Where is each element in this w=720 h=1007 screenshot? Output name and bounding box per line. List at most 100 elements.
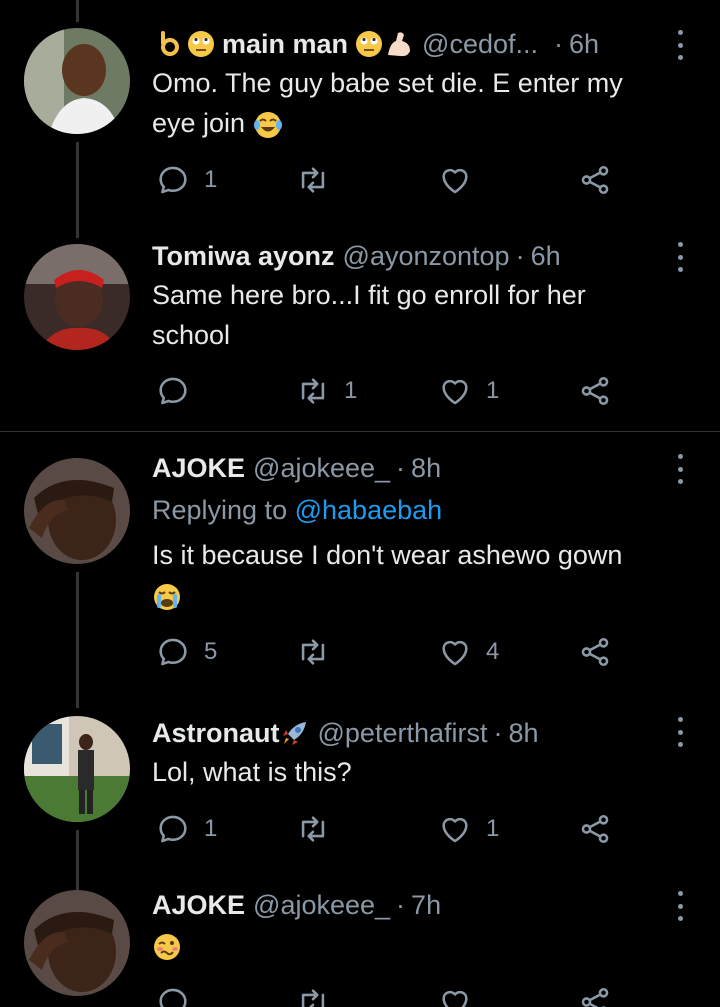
share-button[interactable]: [578, 371, 612, 411]
tweet-time[interactable]: 8h: [411, 452, 441, 484]
reply-icon: [156, 635, 190, 669]
separator-dot: ·: [493, 718, 503, 748]
tweet-header: AJOKE @ajokeee_ · 8h: [152, 452, 441, 484]
like-button[interactable]: [438, 160, 486, 200]
like-count: 1: [486, 377, 500, 404]
woozy-face-emoji-icon: [152, 932, 182, 962]
retweet-icon: [296, 985, 330, 1007]
share-icon: [578, 374, 612, 408]
author-handle[interactable]: @cedof...: [422, 28, 538, 60]
replying-to-handle-link[interactable]: @habaebah: [295, 495, 443, 525]
author-name[interactable]: AJOKE: [152, 452, 245, 484]
tweet-text-line: Same here bro...I fit go enroll for her: [152, 280, 586, 310]
retweet-button[interactable]: [296, 632, 344, 672]
tweet-actions: 5 4: [152, 632, 632, 672]
like-count: 1: [486, 815, 500, 842]
flexed-biceps-emoji-icon: [384, 29, 414, 59]
thread-line-4: [76, 830, 79, 890]
retweet-button[interactable]: 1: [296, 371, 357, 411]
like-icon: [438, 812, 472, 846]
more-options-icon[interactable]: [670, 454, 690, 484]
author-name[interactable]: Tomiwa ayonz: [152, 240, 335, 272]
more-options-icon[interactable]: [670, 717, 690, 747]
retweet-button[interactable]: [296, 982, 330, 1007]
author-handle[interactable]: @ajokeee_: [253, 889, 390, 921]
like-icon: [438, 374, 472, 408]
author-name[interactable]: main man: [222, 28, 348, 60]
reply-icon: [156, 812, 190, 846]
more-options-icon[interactable]: [670, 30, 690, 60]
retweet-button[interactable]: [296, 809, 344, 849]
avatar[interactable]: [24, 458, 130, 564]
reply-button[interactable]: [156, 982, 190, 1007]
divider: [0, 431, 720, 432]
like-button[interactable]: 1: [438, 809, 499, 849]
tweet-actions: 1 1: [152, 809, 632, 849]
separator-dot: ·: [554, 29, 564, 59]
tweet-text-line: eye join: [152, 108, 246, 138]
reply-count: 5: [204, 638, 218, 665]
tweet-text-line: Omo. The guy babe set die. E enter my: [152, 68, 623, 98]
share-button[interactable]: [578, 160, 612, 200]
tweet-actions: 1: [152, 160, 632, 200]
retweet-icon: [296, 163, 330, 197]
reply-button[interactable]: 1: [156, 809, 217, 849]
more-options-icon[interactable]: [670, 242, 690, 272]
tweet-text-line: school: [152, 320, 231, 350]
ok-hand-emoji-icon: [152, 29, 182, 59]
retweet-button[interactable]: [296, 160, 344, 200]
reply-icon: [156, 374, 190, 408]
share-button[interactable]: [578, 982, 612, 1007]
thread-line-top: [76, 0, 79, 22]
share-icon: [578, 163, 612, 197]
avatar[interactable]: [24, 716, 130, 822]
reply-button[interactable]: 5: [156, 632, 217, 672]
tweet-time[interactable]: 8h: [508, 717, 538, 749]
tweet-actions: 1 1: [152, 371, 632, 411]
retweet-count: 1: [344, 377, 358, 404]
like-icon: [438, 985, 472, 1007]
tweet-time[interactable]: 7h: [411, 889, 441, 921]
author-name[interactable]: Astronaut: [152, 717, 280, 749]
tweet-text: Same here bro...I fit go enroll for her …: [152, 275, 692, 355]
like-button[interactable]: [438, 982, 472, 1007]
avatar[interactable]: [24, 28, 130, 134]
tweet-text: Is it because I don't wear ashewo gown: [152, 535, 692, 615]
author-name[interactable]: AJOKE: [152, 889, 245, 921]
separator-dot: ·: [396, 453, 406, 483]
separator-dot: ·: [396, 890, 406, 920]
tears-of-joy-emoji-icon: [253, 110, 283, 140]
separator-dot: ·: [515, 241, 525, 271]
avatar[interactable]: [24, 244, 130, 350]
rocket-emoji-icon: [280, 718, 310, 748]
author-handle[interactable]: @ayonzontop: [343, 240, 510, 272]
author-handle[interactable]: @peterthafirst: [318, 717, 488, 749]
like-button[interactable]: 4: [438, 632, 499, 672]
share-icon: [578, 635, 612, 669]
tweet-header: AJOKE @ajokeee_ · 7h: [152, 889, 441, 921]
thread-line-3: [76, 572, 79, 708]
tweet-text: [152, 925, 692, 965]
share-button[interactable]: [578, 632, 612, 672]
tweet-time[interactable]: 6h: [569, 28, 599, 60]
reply-button[interactable]: 1: [156, 160, 217, 200]
eye-roll-emoji-icon: [186, 29, 216, 59]
more-options-icon[interactable]: [670, 891, 690, 921]
tweet-actions: [152, 982, 632, 1007]
crying-face-emoji-icon: [152, 582, 182, 612]
like-count: 4: [486, 638, 500, 665]
tweet-text-line: Lol, what is this?: [152, 757, 352, 787]
tweet-text-line: Is it because I don't wear ashewo gown: [152, 540, 623, 570]
tweet-header: Tomiwa ayonz @ayonzontop · 6h: [152, 240, 561, 272]
retweet-icon: [296, 374, 330, 408]
tweet-time[interactable]: 6h: [531, 240, 561, 272]
author-handle[interactable]: @ajokeee_: [253, 452, 390, 484]
tweet-header: main man @cedof... · 6h: [152, 28, 599, 60]
reply-button[interactable]: [156, 371, 204, 411]
avatar[interactable]: [24, 890, 130, 996]
like-icon: [438, 163, 472, 197]
eye-roll-emoji-icon: [354, 29, 384, 59]
like-icon: [438, 635, 472, 669]
share-button[interactable]: [578, 809, 612, 849]
like-button[interactable]: 1: [438, 371, 499, 411]
